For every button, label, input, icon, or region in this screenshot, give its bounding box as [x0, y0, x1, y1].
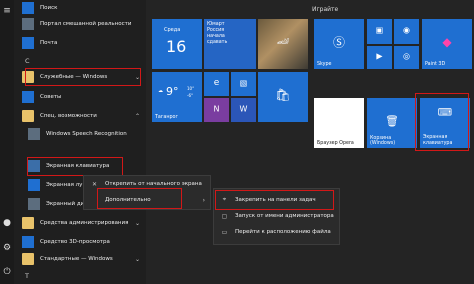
- edge-icon: e: [213, 77, 220, 88]
- skype-icon: Ⓢ: [332, 35, 346, 49]
- onenote-tile[interactable]: N: [204, 98, 229, 122]
- news-tile[interactable]: Юмарт Россия начала сдавать: [204, 19, 256, 69]
- menu-item-pin-taskbar[interactable]: ⌖ Закрепить на панели задач: [214, 192, 339, 208]
- app-item-accessories-folder[interactable]: Служебные — Windows: [22, 69, 107, 85]
- settings-icon[interactable]: ⚙: [2, 243, 12, 253]
- app-item-3d-viewer[interactable]: Средство 3D-просмотра: [22, 234, 110, 250]
- film-icon: ▶: [376, 51, 383, 61]
- chevron-right-icon: ›: [202, 196, 205, 204]
- pin-taskbar-icon: ⌖: [222, 196, 227, 203]
- menu-item-unpin[interactable]: ✕ Открепить от начального экрана: [84, 176, 210, 192]
- folder-icon: [22, 217, 34, 229]
- start-rail: ≡ ● ⚙ ⏻: [0, 0, 14, 284]
- menu-item-more[interactable]: Дополнительно ›: [84, 192, 210, 208]
- magnifier-icon: [28, 179, 40, 191]
- film-tile[interactable]: ▶: [367, 46, 392, 69]
- app-item-magnifier[interactable]: Экранная лу: [28, 177, 82, 193]
- chevron-down-icon[interactable]: ⌄: [135, 74, 140, 81]
- tips-icon: [22, 91, 34, 103]
- app-item-ease-of-access-folder[interactable]: Спец. возможности: [22, 108, 97, 124]
- app-item-admin-tools-folder[interactable]: Средства администрирования: [22, 215, 128, 231]
- camera-icon: ◉: [403, 25, 410, 35]
- paint3d-icon: ◆: [442, 34, 452, 49]
- opera-tile[interactable]: Браузер Opera: [314, 98, 364, 148]
- power-icon[interactable]: ⏻: [2, 267, 12, 277]
- user-icon[interactable]: ●: [2, 218, 12, 228]
- folder-icon: [22, 71, 34, 83]
- briefcase-tile[interactable]: ▣: [367, 19, 392, 44]
- game-tile[interactable]: 🏎: [258, 19, 308, 69]
- app-item-speech-recognition[interactable]: Windows Speech Recognition: [28, 126, 127, 142]
- microphone-icon: [28, 128, 40, 140]
- briefcase-icon: ▣: [375, 25, 384, 35]
- mixed-reality-icon: [22, 18, 34, 30]
- folder-open-icon: ▭: [221, 228, 228, 236]
- word-icon: W: [239, 104, 248, 114]
- hamburger-icon[interactable]: ≡: [2, 6, 12, 16]
- chevron-down-icon[interactable]: ⌄: [135, 220, 140, 227]
- photos-tile[interactable]: ▧: [231, 72, 256, 96]
- context-menu: ✕ Открепить от начального экрана Дополни…: [83, 175, 211, 210]
- narrator-icon: [28, 198, 40, 210]
- calendar-tile[interactable]: Среда 16: [152, 19, 202, 69]
- edge-tile[interactable]: e: [204, 72, 229, 96]
- tile-group-title-games: Играйте: [312, 6, 339, 13]
- store-tile[interactable]: 🛍: [258, 72, 308, 122]
- chevron-down-icon[interactable]: ⌄: [135, 256, 140, 263]
- onenote-icon: N: [213, 104, 220, 114]
- word-tile[interactable]: W: [231, 98, 256, 122]
- weather-tile[interactable]: ☁ 9° 10° -6° Таганрог: [152, 72, 202, 122]
- photo-icon: ▧: [239, 78, 248, 88]
- app-item-narrator[interactable]: Экранный ди: [28, 196, 84, 212]
- recycle-bin-tile[interactable]: 🗑 Корзина (Windows): [367, 98, 417, 148]
- keyboard-tile[interactable]: ⌨ Экранная клавиатура: [420, 98, 470, 148]
- admin-icon: ▢: [221, 212, 228, 220]
- app-item-search[interactable]: Поиск: [22, 0, 57, 16]
- folder-icon: [22, 110, 34, 122]
- 3d-viewer-icon: [22, 236, 34, 248]
- cloud-icon: ☁: [158, 88, 163, 94]
- app-list: Поиск Портал смешанной реальности Почта …: [14, 0, 146, 284]
- music-icon: ◎: [403, 51, 410, 61]
- menu-item-open-location[interactable]: ▭ Перейти к расположению файла: [214, 224, 339, 240]
- search-icon: [22, 2, 34, 14]
- submenu: ⌖ Закрепить на панели задач ▢ Запуск от …: [213, 188, 340, 245]
- letter-header-t[interactable]: Т: [25, 272, 29, 280]
- app-item-tips[interactable]: Советы: [22, 89, 61, 105]
- unpin-icon: ✕: [91, 180, 98, 188]
- chevron-up-icon[interactable]: ⌃: [135, 113, 140, 120]
- car-image-icon: 🏎: [276, 36, 290, 47]
- letter-header-c[interactable]: С: [25, 57, 30, 65]
- app-item-standard-folder[interactable]: Стандартные — Windows: [22, 251, 113, 267]
- camera-tile[interactable]: ◉: [394, 19, 419, 44]
- app-item-mail[interactable]: Почта: [22, 35, 57, 51]
- skype-tile[interactable]: Ⓢ Skype: [314, 19, 364, 69]
- folder-icon: [22, 253, 34, 265]
- keyboard-icon: ⌨: [437, 107, 453, 119]
- groove-tile[interactable]: ◎: [394, 46, 419, 69]
- menu-item-run-as-admin[interactable]: ▢ Запуск от имени администратора: [214, 208, 339, 224]
- keyboard-icon: [28, 160, 40, 172]
- paint3d-tile[interactable]: ◆ Paint 3D: [422, 19, 472, 69]
- app-item-on-screen-keyboard[interactable]: Экранная клавиатура: [28, 158, 109, 174]
- app-item-mixed-reality[interactable]: Портал смешанной реальности: [22, 16, 131, 32]
- store-icon: 🛍: [275, 87, 291, 102]
- recycle-bin-icon: 🗑: [385, 114, 399, 127]
- mail-icon: [22, 37, 34, 49]
